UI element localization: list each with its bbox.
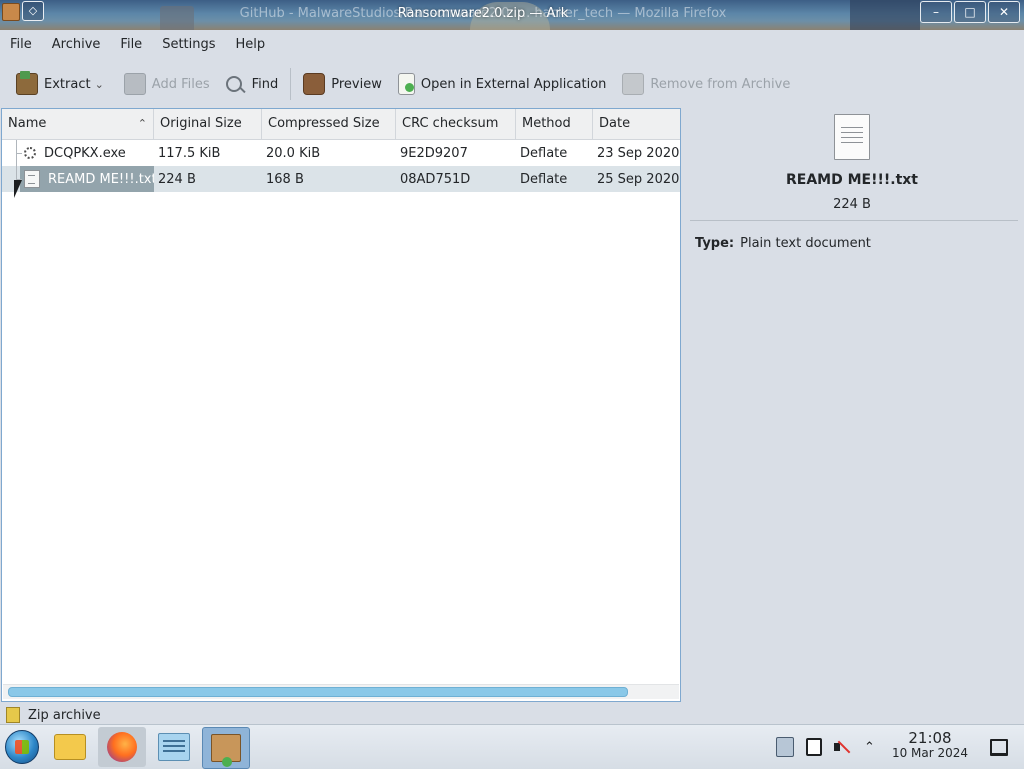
notes-icon xyxy=(806,738,822,756)
executable-icon xyxy=(24,147,36,159)
volume-muted-icon xyxy=(834,739,852,755)
method-cell: Deflate xyxy=(520,171,568,187)
chevron-up-icon: ⌃ xyxy=(864,739,875,755)
ark-archive-icon xyxy=(211,734,241,767)
extract-icon xyxy=(16,71,38,95)
file-name: DCQPKX.exe xyxy=(44,145,126,161)
file-name: REAMD ME!!!.txt xyxy=(48,171,154,187)
add-files-button[interactable]: Add Files xyxy=(116,68,218,100)
minimize-button[interactable]: – xyxy=(920,1,952,23)
remove-icon xyxy=(622,73,645,95)
info-panel: REAMD ME!!!.txt 224 B Type: Plain text do… xyxy=(686,108,1018,700)
column-header-compressed-size[interactable]: Compressed Size xyxy=(262,109,396,139)
window-controls: – □ ✕ xyxy=(920,1,1020,23)
remove-from-archive-button[interactable]: Remove from Archive xyxy=(614,68,798,100)
zip-archive-icon xyxy=(6,707,20,723)
compressed-size-cell: 20.0 KiB xyxy=(266,145,321,161)
menu-file[interactable]: File xyxy=(0,34,42,58)
find-button[interactable]: Find xyxy=(218,68,287,100)
clock-time: 21:08 xyxy=(908,729,952,747)
column-header-name[interactable]: Name ⌃ xyxy=(2,109,154,139)
sort-ascending-icon: ⌃ xyxy=(137,117,147,130)
menu-settings[interactable]: Settings xyxy=(152,34,225,58)
taskbar: ⌃ 21:08 10 Mar 2024 xyxy=(0,724,1024,769)
original-size-cell: 117.5 KiB xyxy=(158,145,221,161)
tray-clipboard[interactable] xyxy=(776,725,794,769)
text-document-icon xyxy=(834,114,870,160)
tray-volume[interactable] xyxy=(834,725,852,769)
maximize-button[interactable]: □ xyxy=(954,1,986,23)
add-files-icon xyxy=(123,73,146,95)
system-settings-icon xyxy=(158,733,190,761)
clipboard-icon xyxy=(776,737,794,757)
main-toolbar: Extract ⌄ Add Files Find Preview Open in… xyxy=(8,66,798,102)
extract-button[interactable]: Extract ⌄ xyxy=(8,68,116,100)
title-bar: ◇ GitHub - MalwareStudios/Ransomware2.0:… xyxy=(0,0,1024,30)
open-external-button[interactable]: Open in External Application xyxy=(390,68,615,100)
toolbar-separator xyxy=(290,68,292,100)
open-external-label: Open in External Application xyxy=(420,76,607,92)
info-type-value: Plain text document xyxy=(740,236,871,251)
tree-branch xyxy=(2,140,22,166)
date-cell: 25 Sep 2020 0 xyxy=(597,171,680,187)
preview-label: Preview xyxy=(331,76,382,92)
close-button[interactable]: ✕ xyxy=(988,1,1020,23)
table-header: Name ⌃ Original Size Compressed Size CRC … xyxy=(2,109,680,140)
window-title: Ransomware2.0.zip — Ark xyxy=(397,6,569,21)
crc-cell: 9E2D9207 xyxy=(400,145,468,161)
compressed-size-cell: 168 B xyxy=(266,171,304,187)
method-cell: Deflate xyxy=(520,145,568,161)
firefox-icon xyxy=(107,732,137,762)
taskbar-system-settings[interactable] xyxy=(152,727,196,767)
info-type-label: Type: xyxy=(695,236,735,251)
chevron-down-icon[interactable]: ⌄ xyxy=(95,78,104,91)
show-desktop-icon[interactable] xyxy=(990,739,1008,756)
menu-archive[interactable]: Archive xyxy=(42,34,111,58)
column-header-method[interactable]: Method xyxy=(516,109,593,139)
info-type-row: Type: Plain text document xyxy=(695,236,871,251)
table-row-selected[interactable]: REAMD ME!!!.txt 224 B 168 B 08AD751D Def… xyxy=(2,166,680,192)
info-file-size: 224 B xyxy=(833,197,871,212)
horizontal-scrollbar-handle[interactable] xyxy=(8,687,628,697)
open-external-icon xyxy=(397,73,415,95)
menu-file-2[interactable]: File xyxy=(110,34,152,58)
tray-notes[interactable] xyxy=(806,725,822,769)
clock-date: 10 Mar 2024 xyxy=(891,746,969,760)
taskbar-firefox[interactable] xyxy=(98,727,146,767)
info-file-name: REAMD ME!!!.txt xyxy=(786,172,918,188)
table-row[interactable]: DCQPKX.exe 117.5 KiB 20.0 KiB 9E2D9207 D… xyxy=(2,140,680,166)
search-icon xyxy=(225,76,242,92)
extract-label: Extract xyxy=(44,76,91,92)
archive-file-list[interactable]: Name ⌃ Original Size Compressed Size CRC … xyxy=(1,108,681,702)
preview-icon xyxy=(303,73,326,95)
column-header-original-size[interactable]: Original Size xyxy=(154,109,262,139)
menu-bar: File Archive File Settings Help xyxy=(0,34,275,58)
taskbar-file-manager[interactable] xyxy=(48,727,92,767)
status-bar: Zip archive xyxy=(6,705,101,725)
name-cell: REAMD ME!!!.txt xyxy=(2,166,154,192)
remove-label: Remove from Archive xyxy=(650,76,791,92)
taskbar-ark[interactable] xyxy=(202,727,250,769)
status-text: Zip archive xyxy=(28,707,101,723)
preview-button[interactable]: Preview xyxy=(295,68,390,100)
folder-icon xyxy=(54,734,86,760)
name-cell: DCQPKX.exe xyxy=(2,140,154,166)
date-cell: 23 Sep 2020 2 xyxy=(597,145,680,161)
mouse-cursor-icon xyxy=(14,180,22,198)
start-button[interactable] xyxy=(0,727,44,767)
selected-name-highlight: REAMD ME!!!.txt xyxy=(20,166,154,192)
add-files-label: Add Files xyxy=(151,76,210,92)
crc-cell: 08AD751D xyxy=(400,171,471,187)
menu-help[interactable]: Help xyxy=(226,34,276,58)
text-file-icon xyxy=(24,170,40,188)
start-menu-icon xyxy=(5,730,39,764)
info-divider xyxy=(690,220,1018,221)
tray-expander[interactable]: ⌃ xyxy=(864,725,875,769)
original-size-cell: 224 B xyxy=(158,171,196,187)
column-header-crc[interactable]: CRC checksum xyxy=(396,109,516,139)
find-label: Find xyxy=(251,76,279,92)
clock[interactable]: 21:08 10 Mar 2024 xyxy=(880,731,980,761)
column-header-date[interactable]: Date xyxy=(593,109,680,139)
